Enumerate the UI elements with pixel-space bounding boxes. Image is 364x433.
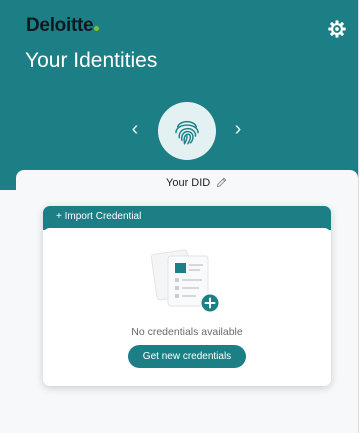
empty-state-message: No credentials available	[131, 326, 243, 338]
wallet-app: Deloitte Your Identities ‹ › Your DID + …	[0, 0, 358, 433]
fingerprint-icon	[175, 120, 199, 145]
credentials-card: + Import Credential No credentials avail…	[43, 206, 331, 386]
chevron-left-icon[interactable]: ‹	[126, 117, 144, 141]
brand-name: Deloitte	[26, 15, 94, 36]
get-new-credentials-button[interactable]: Get new credentials	[128, 345, 246, 368]
gear-icon[interactable]	[327, 19, 347, 39]
import-credential-button[interactable]: + Import Credential	[43, 206, 331, 230]
pencil-icon[interactable]	[215, 176, 228, 189]
brand-dot	[94, 26, 100, 31]
deloitte-logo: Deloitte	[26, 15, 100, 37]
chevron-right-icon[interactable]: ›	[229, 117, 247, 141]
page-title: Your Identities	[25, 49, 158, 72]
window-edge	[358, 0, 359, 433]
documents-add-icon	[150, 249, 219, 312]
identity-avatar	[158, 102, 216, 160]
did-row: Your DID	[166, 176, 228, 189]
credentials-empty-state: No credentials available Get new credent…	[43, 228, 331, 386]
did-label: Your DID	[166, 176, 211, 189]
identity-header: Deloitte Your Identities ‹ ›	[0, 0, 358, 190]
